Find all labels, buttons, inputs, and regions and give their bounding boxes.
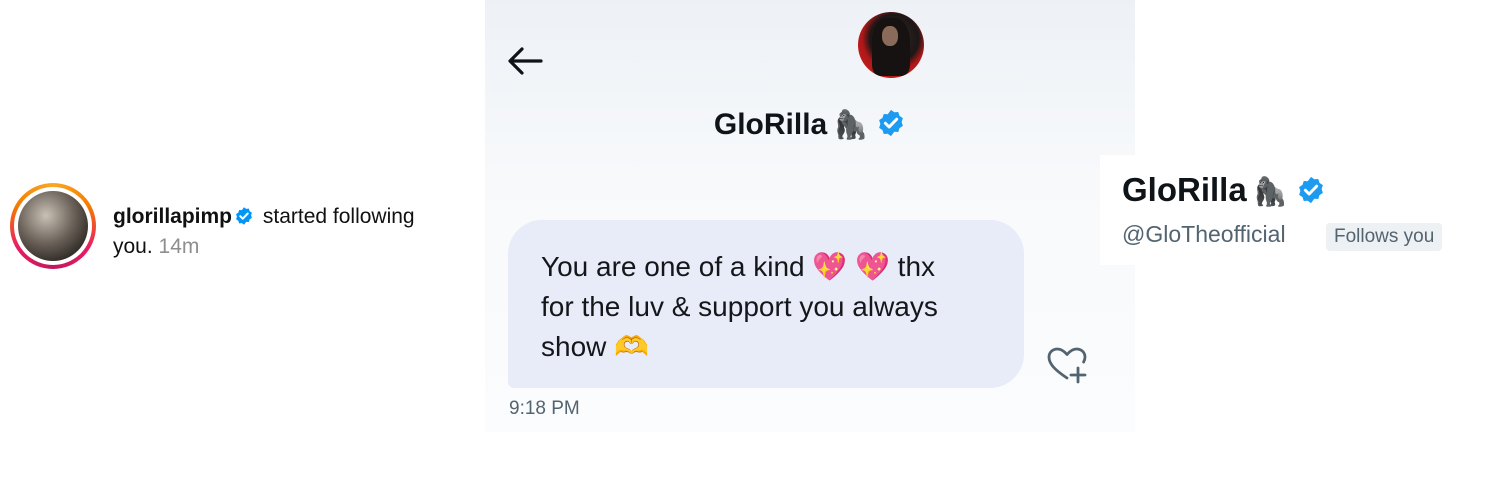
display-name: GloRilla [1122,171,1247,208]
verified-badge-icon[interactable] [1296,175,1326,213]
message-timestamp: 9:18 PM [509,398,580,419]
gorilla-emoji: 🦍 [1252,176,1288,207]
profile-name: GloRilla 🦍 [1122,171,1326,213]
avatar[interactable] [858,12,924,78]
avatar-frame [14,187,92,265]
message-line-2: for the luv & support you always [541,291,938,322]
message-line-1: You are one of a kind 💖 💖 thx [541,251,936,282]
profile-header: GloRilla 🦍 @GloTheofficial Follows you [1100,155,1480,265]
avatar-face [882,26,898,46]
profile-handle: @GloTheofficial [1122,221,1286,247]
verified-badge-icon [234,206,254,233]
instagram-notification[interactable]: glorillapimp started following you. 14m [0,175,480,285]
dm-conversation: GloRilla 🦍 You are one of a kind 💖 💖 thx … [485,0,1135,432]
arrow-left-icon[interactable] [505,44,545,78]
gorilla-emoji: 🦍 [833,109,869,140]
display-name: GloRilla [713,108,828,141]
notification-time: 14m [158,235,200,258]
notification-text: glorillapimp started following you. 14m [113,203,473,260]
action-text-end: you. [113,235,153,258]
message-line-3: show 🫶 [541,331,650,362]
back-button[interactable] [505,44,545,78]
message-bubble[interactable]: You are one of a kind 💖 💖 thx for the lu… [508,220,1024,388]
follows-you-badge: Follows you [1326,223,1443,251]
heart-plus-icon[interactable] [1045,345,1091,385]
avatar[interactable] [18,191,88,261]
message-text: You are one of a kind 💖 💖 thx for the lu… [541,247,1011,367]
react-button[interactable] [1045,345,1091,385]
conversation-title[interactable]: GloRilla 🦍 [485,108,1135,146]
username-link[interactable]: glorillapimp [113,205,232,228]
verified-badge-icon [876,108,906,146]
action-text: started following [262,205,415,228]
story-ring[interactable] [10,183,96,269]
